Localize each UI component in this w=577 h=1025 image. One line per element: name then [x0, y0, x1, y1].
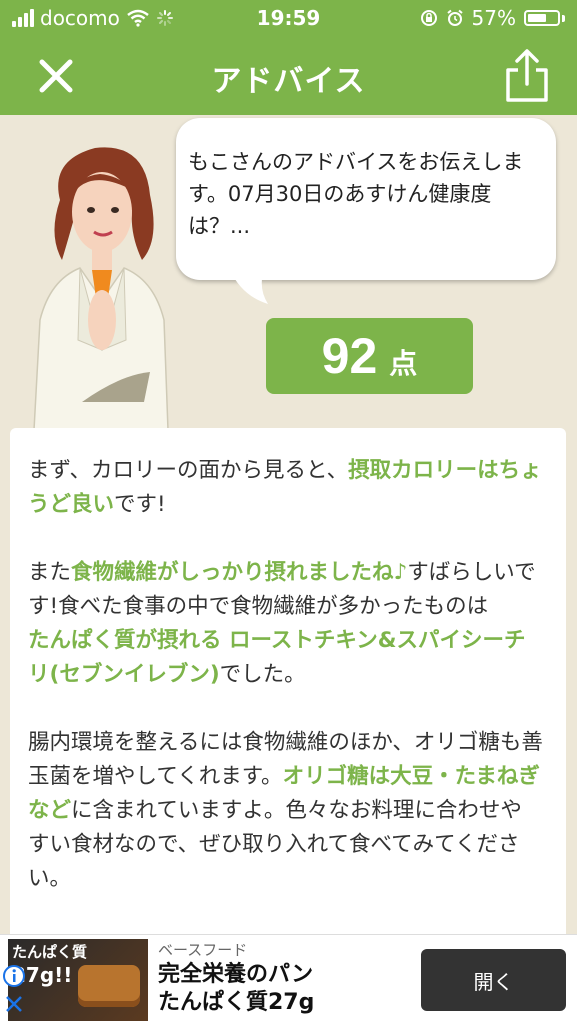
advice-text-segment: まず、カロリーの面から見ると、: [28, 458, 349, 483]
advice-highlight: 食物繊維がしっかり摂れましたね♪: [71, 560, 408, 585]
advisor-speech-bubble: もこさんのアドバイスをお伝えします。07月30日のあすけん健康度は？...: [176, 118, 556, 280]
advice-paragraph-oligo: 腸内環境を整えるには食物繊維のほか、オリゴ糖も善玉菌を増やしてくれます。オリゴ糖…: [28, 726, 543, 896]
ad-advertiser: ベースフード: [158, 941, 248, 959]
ad-headline-line: たんぱく質27g: [158, 990, 315, 1015]
advisor-message: もこさんのアドバイスをお伝えします。07月30日のあすけん健康度は？...: [188, 150, 524, 238]
health-score-value: 92: [321, 328, 378, 384]
advice-card: まず、カロリーの面から見ると、摂取カロリーはちょうど良いです! また食物繊維がし…: [10, 428, 566, 988]
advice-paragraph-calorie: まず、カロリーの面から見ると、摂取カロリーはちょうど良いです!: [28, 454, 543, 522]
advice-text-segment: また: [28, 560, 72, 585]
battery-percent: 57%: [471, 6, 516, 30]
speech-bubble-tail: [230, 270, 268, 304]
advice-text-segment: でした。: [219, 662, 306, 687]
advisor-avatar: [33, 147, 169, 430]
ad-headline-line: 完全栄養のパン: [158, 962, 314, 987]
alarm-icon: [446, 9, 463, 26]
ad-info-icon[interactable]: [2, 964, 26, 988]
share-icon[interactable]: [500, 48, 554, 104]
bread-image: [78, 965, 140, 1007]
orientation-lock-icon: [420, 10, 437, 26]
app-header: docomo 19:59 57% アドバイス: [0, 0, 577, 115]
page-title: アドバイス: [211, 64, 366, 99]
battery-icon: [524, 10, 560, 26]
advice-text: まず、カロリーの面から見ると、摂取カロリーはちょうど良いです! また食物繊維がし…: [28, 454, 543, 930]
ad-headline: 完全栄養のパン たんぱく質27g: [158, 961, 408, 1017]
advice-text-segment: に含まれていますよ。色々なお料理に合わせやすい食材なので、ぜひ取り入れて食べてみ…: [28, 798, 522, 891]
health-score-badge: 92 点: [266, 318, 473, 394]
ad-banner[interactable]: たんぱく質 27g!! ベースフード 完全栄養のパン たんぱく質27g 開く: [0, 934, 577, 1025]
ad-open-button[interactable]: 開く: [421, 949, 566, 1011]
ad-thumbnail[interactable]: たんぱく質 27g!!: [8, 939, 148, 1021]
advice-text-segment: です!: [114, 492, 166, 517]
battery-cap: [562, 14, 565, 22]
ad-close-icon[interactable]: [4, 994, 24, 1014]
ad-thumb-caption: たんぱく質: [12, 943, 88, 961]
health-score-unit: 点: [389, 347, 418, 380]
advice-paragraph-fiber: また食物繊維がしっかり摂れましたね♪すばらしいです!食べた食事の中で食物繊維が多…: [28, 556, 543, 692]
status-bar: docomo 19:59 57%: [0, 0, 577, 36]
